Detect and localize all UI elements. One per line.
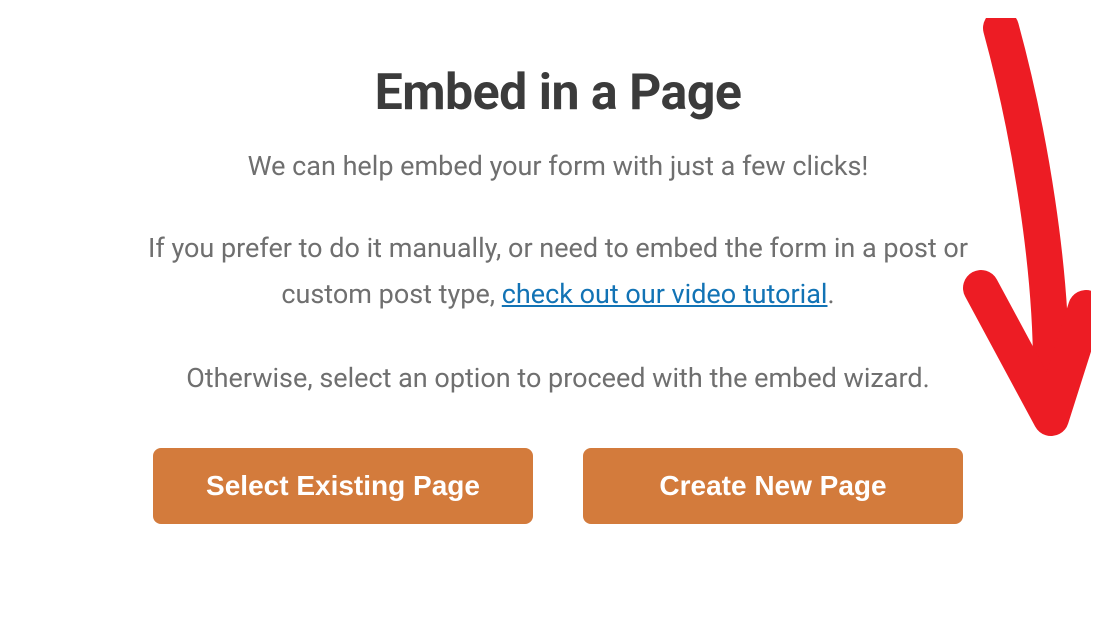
select-existing-page-button[interactable]: Select Existing Page (153, 448, 533, 524)
modal-note: Otherwise, select an option to proceed w… (0, 362, 1116, 394)
paragraph-suffix: . (828, 278, 835, 310)
modal-subtitle: We can help embed your form with just a … (0, 150, 1116, 182)
create-new-page-button[interactable]: Create New Page (583, 448, 963, 524)
modal-paragraph: If you prefer to do it manually, or need… (0, 226, 1116, 318)
tutorial-link[interactable]: check out our video tutorial (502, 278, 828, 310)
embed-modal: Embed in a Page We can help embed your f… (0, 0, 1116, 619)
button-row: Select Existing Page Create New Page (0, 448, 1116, 524)
modal-title: Embed in a Page (0, 64, 1116, 122)
